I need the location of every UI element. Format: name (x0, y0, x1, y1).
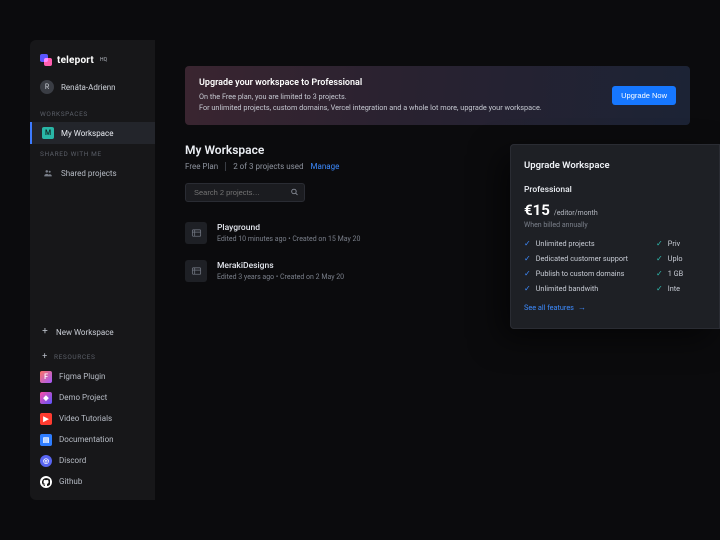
workspace-avatar-icon: M (42, 127, 54, 139)
user-name: Renáta-Adrienn (61, 83, 116, 92)
features-columns: ✓Unlimited projects ✓Dedicated customer … (524, 239, 706, 293)
sidebar-item-label: My Workspace (61, 129, 113, 138)
video-icon: ▶ (40, 413, 52, 425)
project-thumb-icon (185, 222, 207, 244)
resource-label: Video Tutorials (59, 414, 112, 423)
arrow-right-icon: → (578, 303, 586, 312)
banner-subtitle-line2: For unlimited projects, custom domains, … (199, 103, 542, 114)
feature-item: ✓Publish to custom domains (524, 269, 628, 278)
figma-icon: F (40, 371, 52, 383)
upgrade-workspace-panel: Upgrade Workspace Professional €15 /edit… (510, 144, 720, 329)
upgrade-banner: Upgrade your workspace to Professional O… (185, 66, 690, 125)
price-row: €15 /editor/month (524, 201, 706, 219)
people-icon (42, 167, 54, 179)
project-name: Playground (217, 223, 360, 233)
resource-figma[interactable]: F Figma Plugin (30, 366, 155, 387)
panel-title: Upgrade Workspace (524, 160, 706, 171)
upgrade-now-button[interactable]: Upgrade Now (612, 86, 676, 105)
resource-label: Documentation (59, 435, 114, 444)
check-icon: ✓ (524, 269, 531, 278)
project-meta: Edited 3 years ago • Created on 2 May 20 (217, 273, 344, 281)
plan-name: Professional (524, 185, 706, 195)
feature-item: ✓Uplo (656, 254, 683, 263)
search-wrap (185, 183, 305, 202)
sidebar-item-shared-projects[interactable]: Shared projects (30, 162, 155, 184)
discord-icon: ◎ (40, 455, 52, 467)
resources-section-label: + RESOURCES (30, 342, 155, 366)
resource-label: Demo Project (59, 393, 107, 402)
banner-text: Upgrade your workspace to Professional O… (199, 78, 542, 113)
resource-discord[interactable]: ◎ Discord (30, 450, 155, 471)
brand-name: teleport (57, 55, 94, 66)
check-icon: ✓ (656, 239, 663, 248)
banner-title: Upgrade your workspace to Professional (199, 78, 542, 88)
see-all-features-link[interactable]: See all features → (524, 303, 586, 312)
sidebar: teleport HQ R Renáta-Adrienn WORKSPACES … (30, 40, 155, 500)
brand-mark-icon (40, 54, 52, 66)
new-workspace-button[interactable]: + New Workspace (30, 322, 155, 342)
github-icon (40, 476, 52, 488)
document-icon: ▤ (40, 434, 52, 446)
project-meta: Edited 10 minutes ago • Created on 15 Ma… (217, 235, 360, 243)
usage-label: 2 of 3 projects used (233, 162, 303, 171)
price-unit: /editor/month (554, 209, 598, 217)
manage-link[interactable]: Manage (311, 162, 340, 171)
project-name: MerakiDesigns (217, 261, 344, 271)
features-col-1: ✓Unlimited projects ✓Dedicated customer … (524, 239, 628, 293)
plus-icon: + (40, 352, 50, 362)
resource-label: Github (59, 477, 82, 486)
workspaces-section-label: WORKSPACES (30, 104, 155, 122)
feature-item: ✓Unlimited projects (524, 239, 628, 248)
feature-item: ✓Unlimited bandwith (524, 284, 628, 293)
resource-label: Figma Plugin (59, 372, 105, 381)
resource-github[interactable]: Github (30, 471, 155, 492)
new-workspace-label: New Workspace (56, 328, 114, 337)
check-icon: ✓ (524, 239, 531, 248)
current-user[interactable]: R Renáta-Adrienn (30, 78, 155, 104)
features-col-2: ✓Priv ✓Uplo ✓1 GB ✓Inte (656, 239, 683, 293)
feature-item: ✓Dedicated customer support (524, 254, 628, 263)
sidebar-item-my-workspace[interactable]: M My Workspace (30, 122, 155, 144)
feature-item: ✓Priv (656, 239, 683, 248)
check-icon: ✓ (524, 254, 531, 263)
search-input[interactable] (185, 183, 305, 202)
resource-label: Discord (59, 456, 86, 465)
resource-video-tutorials[interactable]: ▶ Video Tutorials (30, 408, 155, 429)
resource-documentation[interactable]: ▤ Documentation (30, 429, 155, 450)
check-icon: ✓ (656, 269, 663, 278)
check-icon: ✓ (524, 284, 531, 293)
price-amount: €15 (524, 201, 550, 219)
feature-item: ✓1 GB (656, 269, 683, 278)
brand-logo[interactable]: teleport HQ (30, 54, 155, 78)
price-note: When billed annually (524, 221, 706, 229)
divider (225, 162, 226, 171)
demo-icon: ◆ (40, 392, 52, 404)
shared-section-label: SHARED WITH ME (30, 144, 155, 162)
check-icon: ✓ (656, 284, 663, 293)
sidebar-item-label: Shared projects (61, 169, 117, 178)
brand-badge: HQ (100, 57, 107, 63)
avatar: R (40, 80, 54, 94)
resource-demo-project[interactable]: ◆ Demo Project (30, 387, 155, 408)
project-thumb-icon (185, 260, 207, 282)
plus-icon: + (40, 327, 50, 337)
check-icon: ✓ (656, 254, 663, 263)
feature-item: ✓Inte (656, 284, 683, 293)
banner-subtitle-line1: On the Free plan, you are limited to 3 p… (199, 92, 542, 103)
plan-label: Free Plan (185, 162, 218, 171)
